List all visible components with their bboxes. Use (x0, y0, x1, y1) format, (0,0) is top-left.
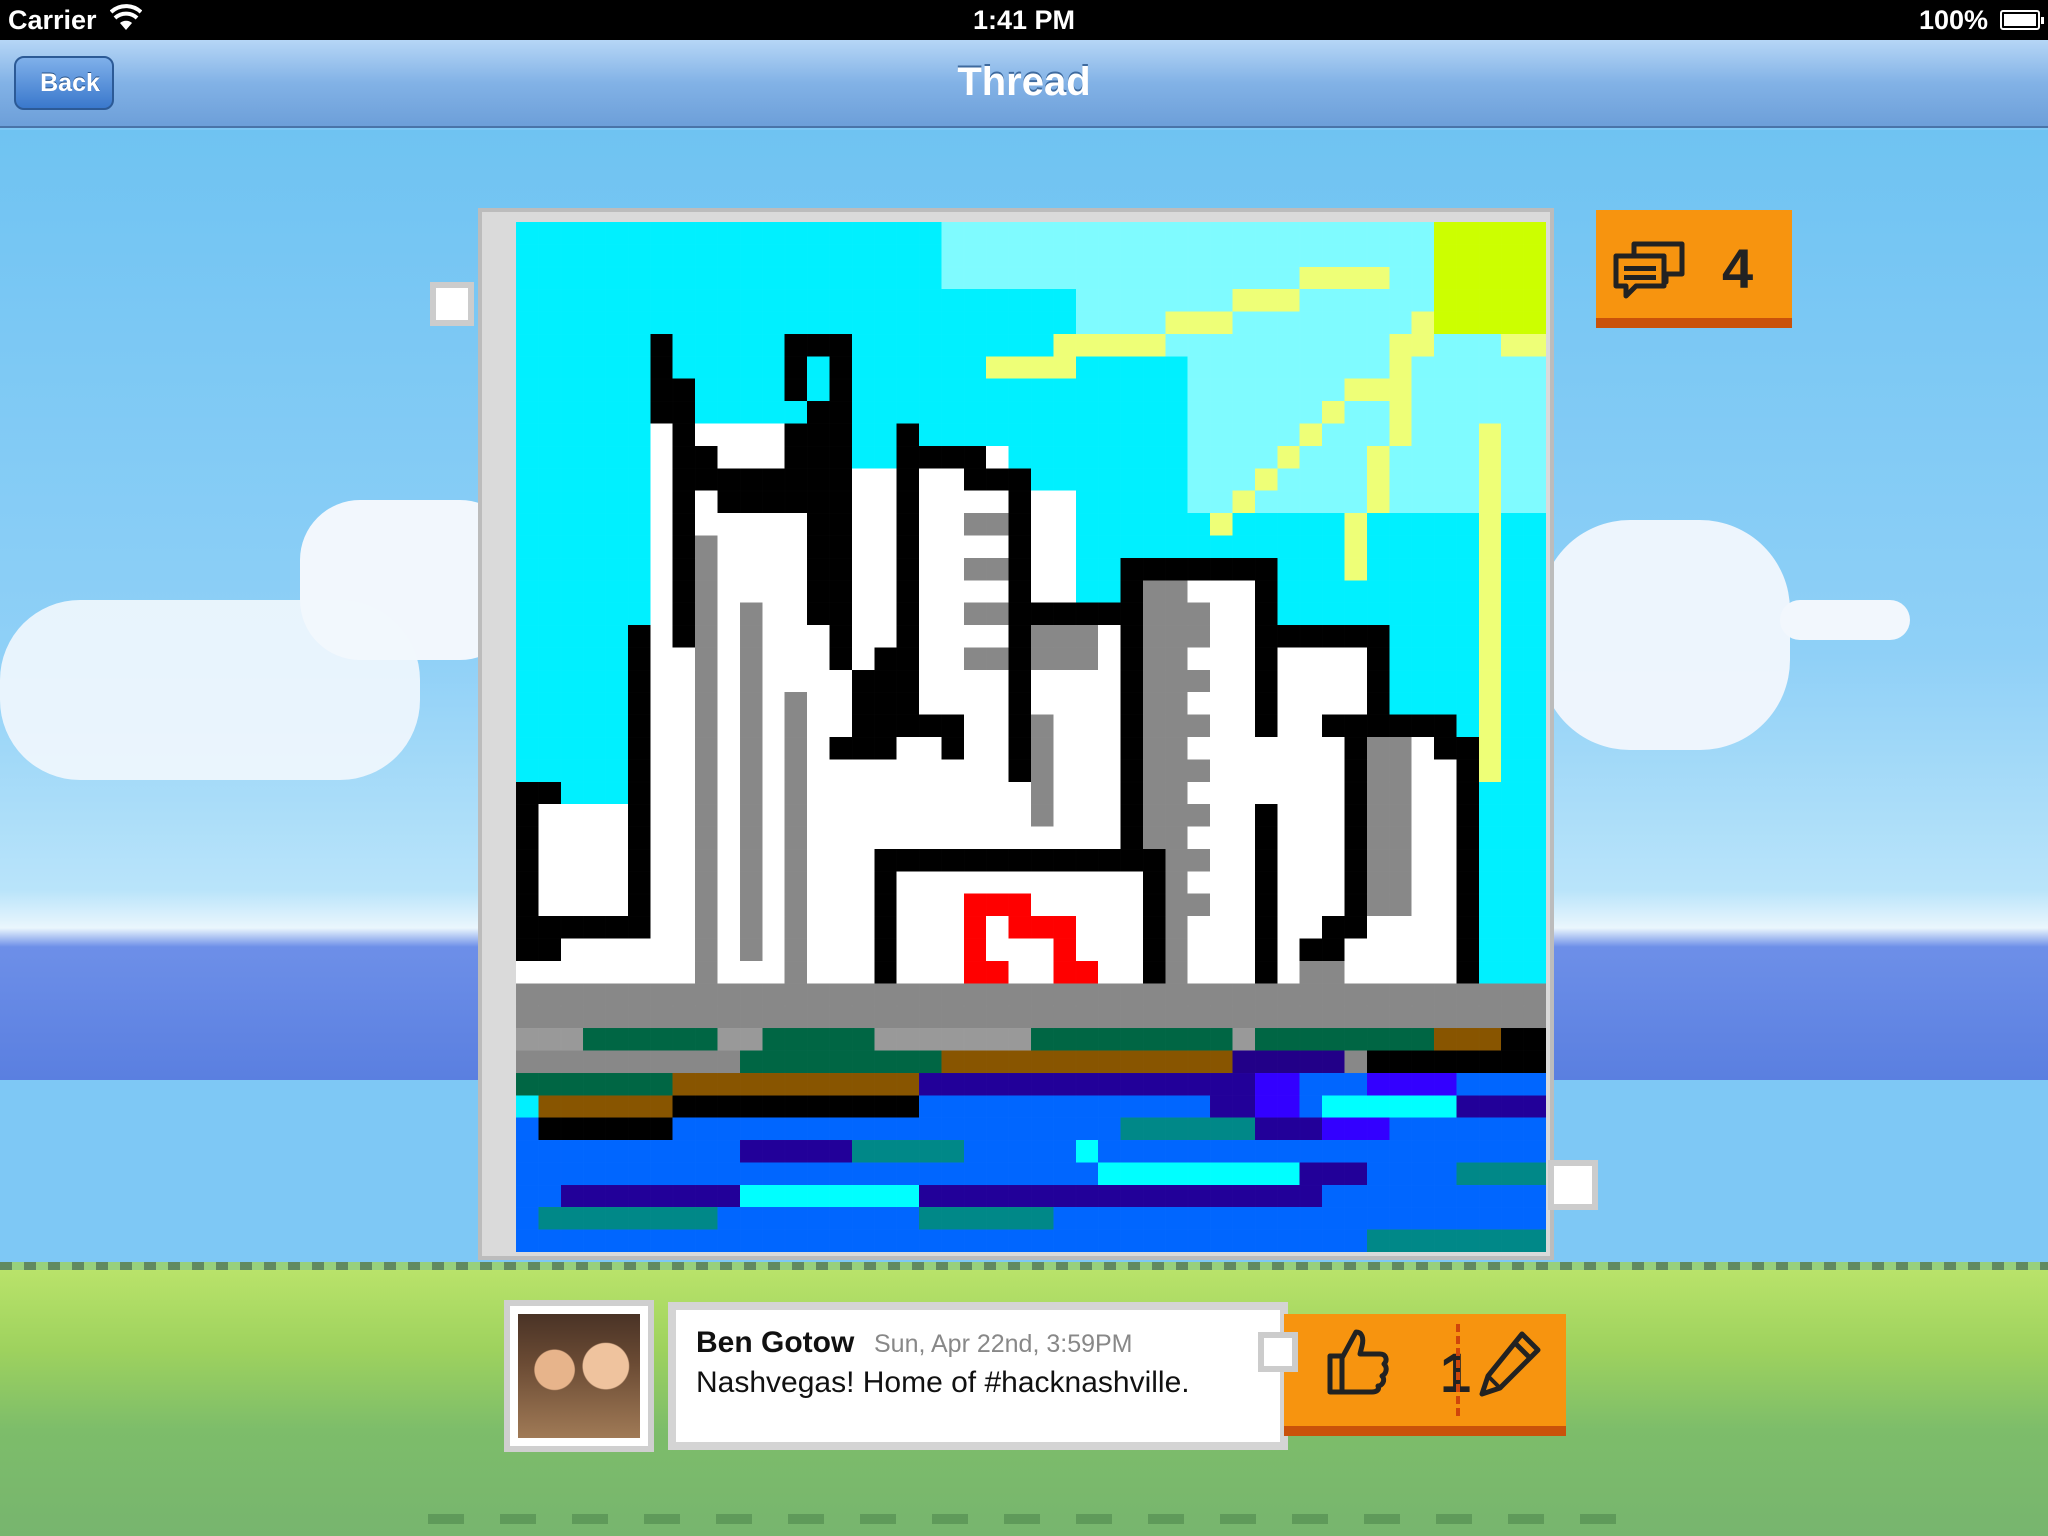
card-notch (1258, 1332, 1298, 1372)
like-button[interactable]: 1 (1324, 1314, 1471, 1426)
comments-button[interactable]: 4 (1596, 210, 1792, 328)
page-title: Thread (957, 60, 1091, 104)
canvas-corner-tab (1548, 1160, 1598, 1210)
ground-dashes (428, 1514, 1628, 1524)
cloud (0, 600, 420, 780)
post-card: Ben Gotow Sun, Apr 22nd, 3:59PM Nashvega… (668, 1302, 1288, 1450)
pencil-icon (1474, 1331, 1544, 1408)
post-actions: 1 (1284, 1314, 1566, 1436)
status-bar: Carrier 1:41 PM 100% (0, 0, 2048, 40)
avatar[interactable] (518, 1314, 640, 1438)
canvas-corner-tab (430, 282, 474, 326)
thumbs-up-icon (1324, 1326, 1390, 1401)
post-date: Sun, Apr 22nd, 3:59PM (874, 1330, 1133, 1358)
pixel-drawing[interactable] (516, 222, 1546, 1252)
navigation-bar: Back Thread (0, 40, 2048, 128)
battery-icon (2000, 10, 2044, 30)
cloud (1780, 600, 1910, 640)
actions-divider (1456, 1324, 1460, 1416)
avatar-frame (504, 1300, 654, 1452)
comment-count: 4 (1722, 237, 1754, 300)
battery-percent: 100% (1918, 5, 1988, 35)
edit-button[interactable] (1474, 1328, 1554, 1412)
post-author[interactable]: Ben Gotow (696, 1326, 854, 1360)
cloud (1540, 520, 1790, 750)
comments-icon (1612, 240, 1688, 307)
post-text: Nashvegas! Home of #hacknashville. (696, 1366, 1190, 1399)
clock: 1:41 PM (972, 5, 1076, 35)
